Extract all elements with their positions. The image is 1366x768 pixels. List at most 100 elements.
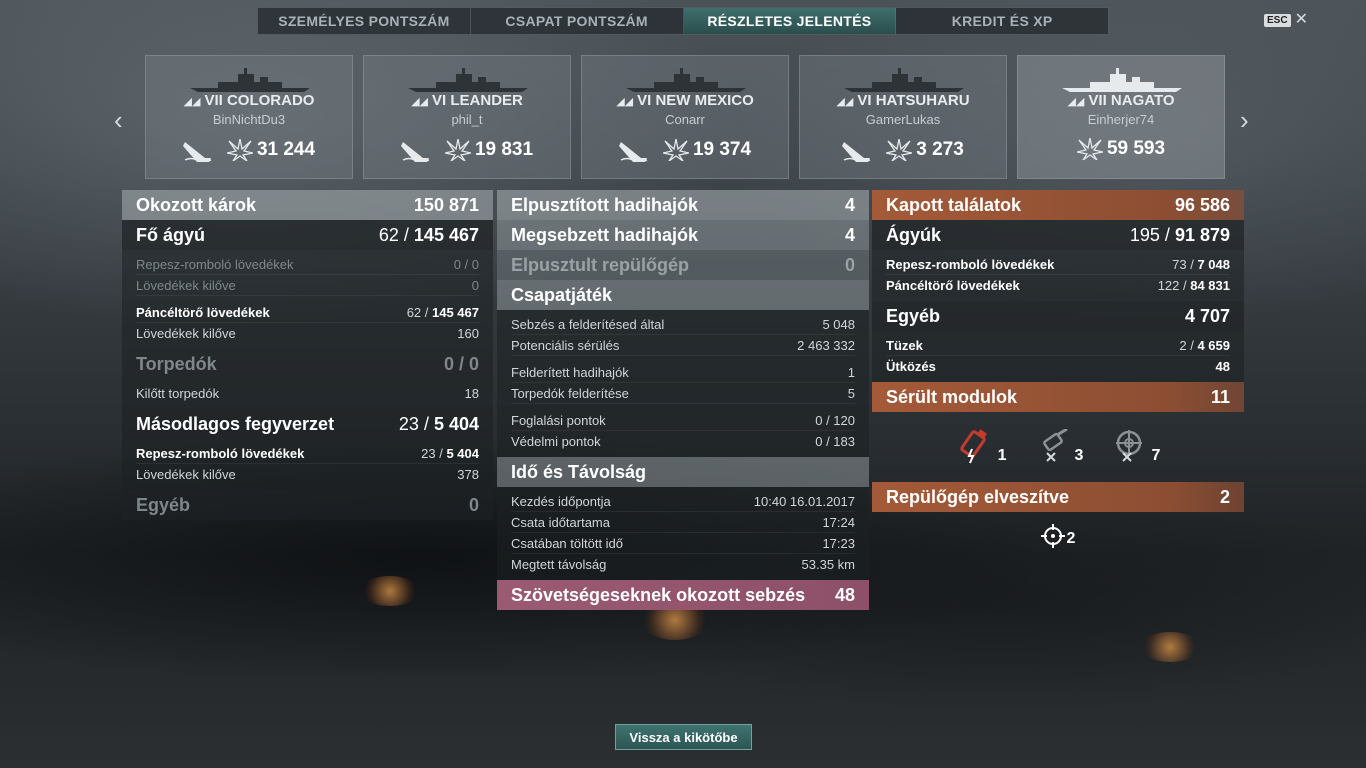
ship-stats: 31 244	[146, 138, 352, 162]
stat-row: Védelmi pontok 0 / 183	[511, 433, 855, 449]
player-name: Conarr	[665, 112, 705, 127]
stat-row: Csatában töltött idő 17:23	[511, 533, 855, 554]
damage-panel: Okozott károk 150 871 Fő ágyú 62 / 145 4…	[122, 190, 493, 520]
ap-fired-row: Lövedékek kilőve 160	[136, 325, 479, 341]
sunk-ship-icon	[400, 142, 430, 162]
tab-bar: SZEMÉLYES PONTSZÁM CSAPAT PONTSZÁM RÉSZL…	[257, 7, 1109, 35]
received-guns-details: Repesz-romboló lövedékek 73 / 7 048 Páncé…	[872, 250, 1244, 301]
ship-class-icon: ◢◢	[183, 96, 201, 108]
tab-team-score[interactable]: CSAPAT PONTSZÁM	[471, 8, 684, 34]
main-battery-details: Repesz-romboló lövedékek 0 / 0 Lövedékek …	[122, 250, 493, 349]
damage-burst-icon	[226, 139, 253, 161]
planes-lost-header: Repülőgép elveszítve 2	[872, 482, 1244, 512]
player-name: BinNichtDu3	[212, 112, 286, 127]
close-icon[interactable]: ✕	[1295, 12, 1308, 28]
torpedoes-fired-row: Kilőtt torpedók 18	[136, 385, 479, 401]
ships-destroyed-header: Elpusztított hadihajók 4	[497, 190, 869, 220]
stat-row: Foglalási pontok 0 / 120	[511, 410, 855, 431]
ship-class-icon: ◢◢	[836, 96, 854, 108]
ship-name: ◢◢ VI HATSUHARU	[836, 92, 970, 109]
main-battery-value: 62 / 145 467	[378, 224, 479, 245]
prev-arrow-icon[interactable]: ‹	[114, 105, 123, 136]
ship-stats: 19 374	[582, 138, 788, 162]
player-name: GamerLukas	[865, 112, 941, 127]
ship-name: ◢◢ VI NEW MEXICO	[616, 92, 754, 109]
engine-damage-icon	[959, 429, 987, 464]
stat-row: Felderített hadihajók 1	[511, 362, 855, 383]
damaged-modules-row: 1 3 7	[872, 412, 1244, 482]
module-steering-count: 7	[1151, 447, 1161, 464]
tab-detailed-report[interactable]: RÉSZLETES JELENTÉS	[683, 8, 897, 34]
damage-burst-icon	[444, 139, 471, 161]
esc-key-label: ESC	[1264, 13, 1291, 27]
time-distance-header: Idő és Távolság	[497, 457, 869, 487]
return-to-port-button[interactable]: Vissza a kikötőbe	[615, 724, 752, 750]
module-steering: 7	[1109, 429, 1160, 465]
secondary-details: Repesz-romboló lövedékek 23 / 5 404 Löved…	[122, 439, 493, 490]
ship-silhouette-icon	[190, 68, 310, 92]
ship-score: 3 273	[886, 139, 964, 161]
received-panel: Kapott találatok 96 586 Ágyúk 195 / 91 87…	[872, 190, 1244, 560]
main-battery-header: Fő ágyú 62 / 145 467	[122, 220, 493, 250]
received-he-row: Repesz-romboló lövedékek 73 / 7 048	[886, 254, 1230, 275]
planes-lost-item: 2	[1040, 524, 1076, 548]
received-other-header: Egyéb 4 707	[872, 301, 1244, 331]
module-engine-count: 1	[997, 447, 1007, 464]
teamplay-details: Sebzés a felderítésed által 5 048 Potenciá…	[497, 310, 869, 457]
ship-silhouette-icon	[1062, 68, 1182, 92]
stat-row: Megtett távolság 53.35 km	[511, 556, 855, 572]
ship-stats: 3 273	[800, 138, 1006, 162]
time-distance-details: Kezdés időpontja 10:40 16.01.2017 Csata id…	[497, 487, 869, 580]
damage-burst-icon	[1076, 138, 1103, 160]
sunk-ship-icon	[842, 142, 871, 162]
planes-lost-row: 2	[872, 512, 1244, 560]
ship-card[interactable]: ◢◢ VI HATSUHARU GamerLukas 3 273	[799, 55, 1007, 179]
ship-name: ◢◢ VI LEANDER	[411, 92, 523, 109]
stat-row: Torpedók felderítése 5	[511, 383, 855, 404]
ship-silhouette-icon	[408, 68, 528, 92]
ramming-row: Ütközés 48	[886, 358, 1230, 374]
secondary-fired-row: Lövedékek kilőve 378	[136, 466, 479, 482]
torpedoes-details: Kilőtt torpedók 18	[122, 379, 493, 409]
next-arrow-icon[interactable]: ›	[1240, 105, 1249, 136]
ship-card[interactable]: ◢◢ VII NAGATO Einherjer74 59 593	[1017, 55, 1225, 179]
ship-class-icon: ◢◢	[1067, 96, 1085, 108]
stat-row: Kezdés időpontja 10:40 16.01.2017	[511, 491, 855, 512]
damage-dealt-total: 150 871	[413, 194, 479, 215]
received-guns-header: Ágyúk 195 / 91 879	[872, 220, 1244, 250]
damage-burst-icon	[886, 139, 913, 161]
ship-card[interactable]: ◢◢ VII COLORADO BinNichtDu3 31 244	[145, 55, 353, 179]
secondary-he-row: Repesz-romboló lövedékek 23 / 5 404	[136, 443, 479, 464]
player-name: Einherjer74	[1087, 112, 1155, 127]
he-fired-row: Lövedékek kilőve 0	[136, 275, 479, 296]
ship-stats: 19 831	[364, 138, 570, 162]
he-shells-row: Repesz-romboló lövedékek 0 / 0	[136, 254, 479, 275]
ship-card[interactable]: ◢◢ VI NEW MEXICO Conarr 19 374	[581, 55, 789, 179]
damaged-modules-header: Sérült modulok 11	[872, 382, 1244, 412]
tab-personal-score[interactable]: SZEMÉLYES PONTSZÁM	[258, 8, 471, 34]
gun-damage-icon	[1042, 429, 1068, 462]
ship-stats: 59 593	[1018, 138, 1224, 160]
torpedoes-header: Torpedók 0 / 0	[122, 349, 493, 379]
ships-damaged-header: Megsebzett hadihajók 4	[497, 220, 869, 250]
tab-credits-xp[interactable]: KREDIT ÉS XP	[896, 8, 1108, 34]
damage-dealt-label: Okozott károk	[136, 194, 257, 215]
ship-class-icon: ◢◢	[411, 96, 429, 108]
ship-score: 59 593	[1076, 138, 1165, 160]
ship-silhouette-icon	[626, 68, 746, 92]
planes-lost-count: 2	[1066, 530, 1076, 547]
fire-glow	[1140, 632, 1200, 662]
sunk-ship-icon	[182, 142, 212, 162]
planes-destroyed-header: Elpusztult repülőgép 0	[497, 250, 869, 280]
stat-row: Csata időtartama 17:24	[511, 512, 855, 533]
damage-burst-icon	[662, 139, 689, 161]
ship-score: 19 374	[662, 139, 751, 161]
ship-name: ◢◢ VII NAGATO	[1067, 92, 1175, 109]
module-guns: 3	[1033, 429, 1083, 465]
steering-damage-icon	[1116, 430, 1143, 462]
damage-dealt-header: Okozott károk 150 871	[122, 190, 493, 220]
ship-card[interactable]: ◢◢ VI LEANDER phil_t 19 831	[363, 55, 571, 179]
main-battery-label: Fő ágyú	[136, 224, 206, 245]
fires-row: Tüzek 2 / 4 659	[886, 335, 1230, 356]
close-button[interactable]: ESC ✕	[1264, 12, 1308, 28]
